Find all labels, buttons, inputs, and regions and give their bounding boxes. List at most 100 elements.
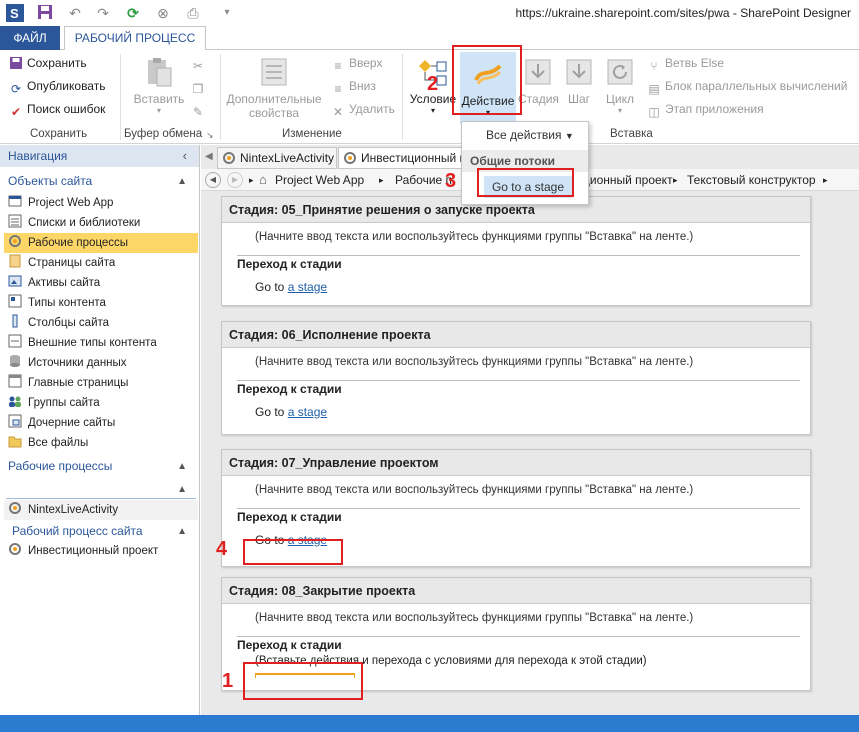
breadcrumb-item-workflows[interactable]: Рабочие п bbox=[395, 169, 452, 191]
nav-section-workflows[interactable]: Рабочие процессы bbox=[8, 459, 112, 473]
stage-link[interactable]: a stage bbox=[288, 405, 327, 419]
tab-file[interactable]: ФАЙЛ bbox=[0, 26, 60, 50]
subsites-icon bbox=[8, 414, 24, 428]
stage-hint[interactable]: (Начните ввод текста или воспользуйтесь … bbox=[222, 476, 810, 502]
publish-button[interactable]: ⟳ Опубликовать bbox=[8, 79, 106, 99]
paste-button[interactable]: Вставить ▾ bbox=[130, 56, 188, 115]
redo-icon[interactable]: ↷ bbox=[94, 4, 112, 22]
nav-item[interactable]: Рабочие процессы bbox=[4, 233, 198, 253]
nav-item[interactable]: Страницы сайта bbox=[4, 253, 198, 273]
svg-text:S: S bbox=[10, 6, 19, 21]
chevron-right-icon: ▸ bbox=[673, 175, 678, 185]
undo-icon[interactable]: ↶ bbox=[66, 4, 84, 22]
master-pages-icon bbox=[8, 374, 24, 388]
stage-icon bbox=[522, 56, 554, 88]
move-down-button[interactable]: ≡ Вниз bbox=[330, 79, 375, 99]
collapse-icon[interactable]: ‹ bbox=[183, 145, 187, 167]
nav-item[interactable]: Группы сайта bbox=[4, 393, 198, 413]
step-button[interactable]: Шаг bbox=[560, 56, 598, 106]
nav-item[interactable]: Списки и библиотеки bbox=[4, 213, 198, 233]
goto-stage-action: Go to a stage bbox=[255, 405, 328, 419]
nav-item[interactable]: Столбцы сайта bbox=[4, 313, 198, 333]
preview-icon[interactable]: ⎙ bbox=[184, 4, 202, 22]
doc-tab-nintex[interactable]: NintexLiveActivity bbox=[217, 147, 337, 169]
title-bar: S ↶ ↷ ⟳ ⊗ ⎙ ▾ https://ukraine.sharepoint… bbox=[0, 0, 859, 26]
separator bbox=[120, 54, 121, 140]
window-title: https://ukraine.sharepoint.com/sites/pwa… bbox=[515, 6, 851, 20]
format-painter-button[interactable]: ✎ bbox=[190, 102, 209, 122]
check-errors-button[interactable]: ✔ Поиск ошибок bbox=[8, 102, 105, 122]
nav-item-label: Группы сайта bbox=[28, 397, 100, 409]
nav-item[interactable]: Project Web App bbox=[4, 193, 198, 213]
doc-tab-back-icon[interactable]: ◀ bbox=[205, 151, 213, 162]
stop-icon[interactable]: ⊗ bbox=[154, 4, 172, 22]
group-insert-label: Вставка bbox=[610, 128, 653, 140]
loop-button[interactable]: Цикл ▾ bbox=[600, 56, 640, 115]
nav-item-label: Project Web App bbox=[28, 197, 114, 209]
move-down-icon: ≡ bbox=[334, 82, 342, 96]
chevron-up-icon[interactable]: ▲ bbox=[177, 526, 187, 537]
folder-icon bbox=[8, 434, 24, 448]
app-step-button[interactable]: ◫ Этап приложения bbox=[646, 102, 763, 122]
stage-card: Стадия: 06_Исполнение проекта (Начните в… bbox=[221, 321, 811, 435]
groups-icon bbox=[8, 394, 24, 408]
stage-hint[interactable]: (Начните ввод текста или воспользуйтесь … bbox=[222, 348, 810, 374]
breadcrumb-item-text-designer[interactable]: Текстовый конструктор bbox=[687, 169, 816, 191]
app-step-icon: ◫ bbox=[648, 105, 660, 119]
breadcrumb-item-pwa[interactable]: Project Web App bbox=[275, 169, 364, 191]
doc-tab-investment[interactable]: Инвестиционный п bbox=[338, 147, 468, 169]
group-save-label: Сохранить bbox=[30, 128, 88, 140]
cut-button[interactable]: ✂ bbox=[190, 56, 209, 76]
nav-item[interactable]: Источники данных bbox=[4, 353, 198, 373]
chevron-up-icon[interactable]: ▲ bbox=[177, 461, 187, 472]
move-up-icon: ≡ bbox=[334, 59, 342, 73]
group-modify-label: Изменение bbox=[282, 128, 342, 140]
delete-icon: ✕ bbox=[332, 105, 344, 119]
chevron-up-icon[interactable]: ▲ bbox=[177, 176, 187, 187]
nav-item[interactable]: Все файлы bbox=[4, 433, 198, 453]
all-actions-button[interactable]: Все действия ▼ bbox=[486, 128, 574, 142]
chevron-up-icon[interactable]: ▲ bbox=[177, 484, 187, 495]
refresh-icon[interactable]: ⟳ bbox=[124, 4, 142, 22]
main-editor: ◀ NintexLiveActivity Инвестиционный п ◀ … bbox=[201, 145, 859, 715]
content-types-icon bbox=[8, 294, 24, 308]
separator bbox=[402, 54, 403, 140]
nav-divider bbox=[6, 498, 196, 499]
delete-button[interactable]: ✕ Удалить bbox=[330, 102, 395, 122]
app-logo-icon: S bbox=[6, 4, 24, 22]
else-branch-button[interactable]: ⑂ Ветвь Else bbox=[646, 56, 724, 76]
nav-item[interactable]: Дочерние сайты bbox=[4, 413, 198, 433]
nav-item[interactable]: Активы сайта bbox=[4, 273, 198, 293]
advanced-properties-button[interactable]: Дополнительные свойства bbox=[224, 56, 324, 120]
save-icon[interactable] bbox=[36, 4, 54, 22]
nav-section-site-workflow[interactable]: Рабочий процесс сайта bbox=[12, 524, 143, 538]
data-sources-icon bbox=[8, 354, 24, 368]
nav-item-label: Все файлы bbox=[28, 437, 89, 449]
customize-toolbar-icon[interactable]: ▾ bbox=[218, 4, 236, 22]
copy-button[interactable]: ❐ bbox=[190, 79, 209, 99]
home-icon[interactable]: ⌂ bbox=[259, 169, 267, 191]
dialog-launcher-icon[interactable]: ↘ bbox=[206, 130, 214, 141]
tab-workflow[interactable]: РАБОЧИЙ ПРОЦЕСС bbox=[64, 26, 206, 51]
stage-hint[interactable]: (Начните ввод текста или воспользуйтесь … bbox=[222, 604, 810, 630]
stage-button[interactable]: Стадия bbox=[518, 56, 559, 106]
parallel-block-button[interactable]: ▤ Блок параллельных вычислений bbox=[646, 79, 847, 99]
save-button[interactable]: Сохранить bbox=[8, 56, 87, 76]
forward-button[interactable]: ▶ bbox=[227, 172, 243, 188]
transition-label: Переход к стадии bbox=[237, 257, 342, 271]
nav-item[interactable]: Внешние типы контента bbox=[4, 333, 198, 353]
nav-item-label: Внешние типы контента bbox=[28, 337, 157, 349]
nav-section-site-objects[interactable]: Объекты сайта bbox=[8, 174, 92, 188]
nav-item[interactable]: Главные страницы bbox=[4, 373, 198, 393]
nav-item[interactable]: Типы контента bbox=[4, 293, 198, 313]
stage-hint[interactable]: (Начните ввод текста или воспользуйтесь … bbox=[222, 223, 810, 249]
nav-item-nintex[interactable]: NintexLiveActivity bbox=[4, 500, 198, 520]
move-up-button[interactable]: ≡ Вверх bbox=[330, 56, 382, 76]
back-button[interactable]: ◀ bbox=[205, 172, 221, 188]
nav-item-investment[interactable]: Инвестиционный проект bbox=[4, 541, 198, 561]
stage-link[interactable]: a stage bbox=[288, 280, 327, 294]
ribbon: Сохранить ⟳ Опубликовать ✔ Поиск ошибок Со… bbox=[0, 50, 859, 144]
transition-label: Переход к стадии bbox=[237, 638, 342, 652]
breadcrumb-item-investment[interactable]: ционный проект bbox=[583, 169, 673, 191]
nav-item-label: Столбцы сайта bbox=[28, 317, 110, 329]
